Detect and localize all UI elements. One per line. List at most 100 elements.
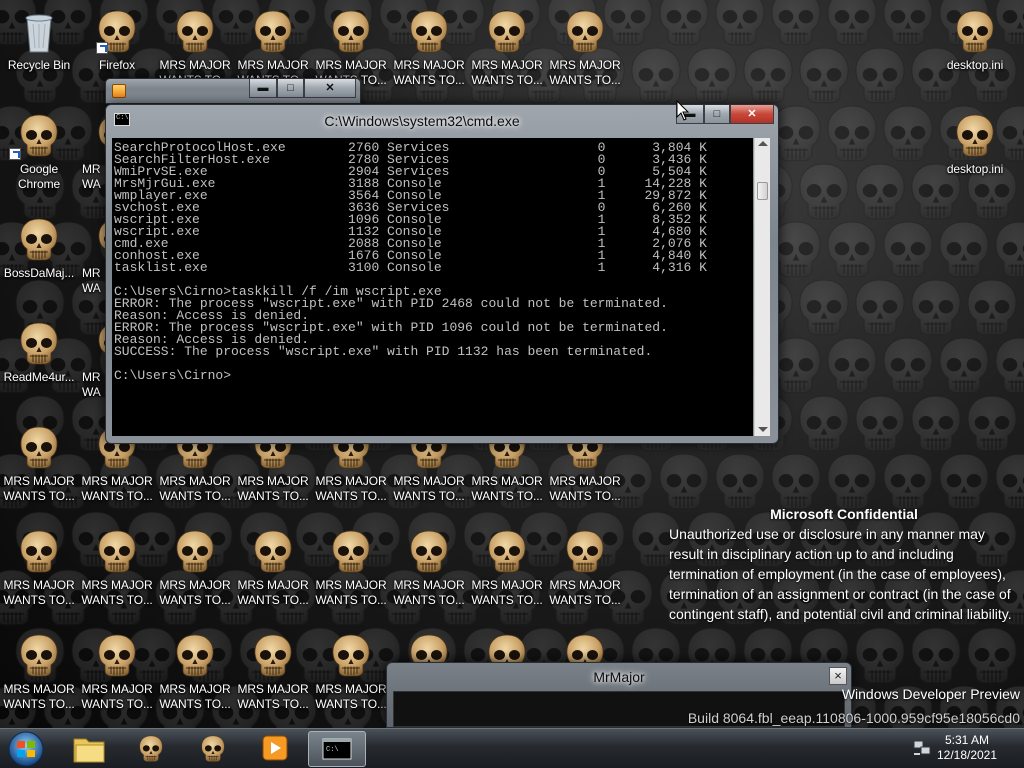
- desktop-icon-mrs-major[interactable]: MRS MAJOR WANTS TO...: [156, 626, 234, 718]
- desktop-icon-skull[interactable]: BossDaMaj...: [0, 210, 78, 302]
- icon-label: MRS MAJOR WANTS TO...: [159, 682, 231, 711]
- minimize-button[interactable]: ▬: [249, 79, 277, 98]
- wallpaper-skull: [680, 44, 744, 108]
- wallpaper-skull: [876, 218, 940, 282]
- desktop-icon-mrs-major[interactable]: MRS MAJOR WANTS TO...: [312, 522, 390, 614]
- skull-icon: [249, 8, 297, 56]
- skull-icon: [483, 8, 531, 56]
- desktop-icon-mrs-major[interactable]: MRS MAJOR WANTS TO...: [468, 2, 546, 94]
- icon-label: MRS MAJOR WANTS TO...: [159, 474, 231, 503]
- maximize-button[interactable]: □: [704, 105, 730, 124]
- desktop-icon-mrs-major[interactable]: MRS MAJOR WANTS TO...: [0, 418, 78, 510]
- icon-label: desktop.ini: [946, 162, 1004, 176]
- skull-icon: [327, 528, 375, 576]
- start-button[interactable]: [6, 730, 46, 768]
- wallpaper-skull: [820, 0, 884, 50]
- desktop-icon-mrs-major[interactable]: MRS MAJOR WANTS TO...: [0, 522, 78, 614]
- build-title: Windows Developer Preview: [841, 686, 1020, 702]
- skull-icon: [15, 216, 63, 264]
- taskbar: C:\ 5:31 AM 12/18/2021: [0, 728, 1024, 768]
- skull-icon: [249, 632, 297, 680]
- taskbar-explorer[interactable]: [60, 731, 118, 767]
- confidential-notice: Microsoft Confidential Unauthorized use …: [669, 504, 1019, 624]
- wallpaper-skull: [848, 44, 912, 108]
- skull-icon: [15, 632, 63, 680]
- close-button[interactable]: ✕: [730, 105, 774, 124]
- close-icon: ✕: [747, 108, 757, 120]
- icon-label: MRS MAJOR WANTS TO...: [81, 578, 153, 607]
- desktop-icon-mrs-major[interactable]: MRS MAJOR WANTS TO...: [546, 2, 624, 94]
- icon-label: Google Chrome: [17, 162, 61, 191]
- desktop-icon-desktop-ini[interactable]: desktop.ini: [936, 2, 1014, 94]
- wallpaper-skull: [820, 218, 884, 282]
- wallpaper-skull: [820, 102, 884, 166]
- wallpaper-skull: [624, 44, 688, 108]
- console-line: C:\Users\Cirno>: [114, 368, 232, 383]
- wallpaper-skull: [876, 334, 940, 398]
- wallpaper-skull: [904, 392, 968, 456]
- icon-label: MRS MAJOR WANTS TO...: [81, 474, 153, 503]
- maximize-button[interactable]: □: [277, 79, 304, 98]
- skull-icon: [327, 8, 375, 56]
- wallpaper-skull: [652, 0, 716, 50]
- skull-icon: [951, 112, 999, 160]
- confidential-body: Unauthorized use or disclosure in any ma…: [669, 526, 1012, 622]
- mrmajor-title: MrMajor: [593, 669, 645, 685]
- wallpaper-skull: [1016, 624, 1024, 688]
- skull-icon: [15, 320, 63, 368]
- taskbar-skull-app-1[interactable]: [122, 731, 180, 767]
- close-button[interactable]: ✕: [304, 79, 356, 98]
- desktop-icon-mrs-major[interactable]: MRS MAJOR WANTS TO...: [78, 522, 156, 614]
- desktop-icon-mrs-major[interactable]: MRS MAJOR WANTS TO...: [234, 522, 312, 614]
- scroll-thumb[interactable]: [757, 182, 768, 200]
- skull-icon: [327, 632, 375, 680]
- desktop-icon-mrs-major[interactable]: MRS MAJOR WANTS TO...: [390, 2, 468, 94]
- system-clock[interactable]: 5:31 AM 12/18/2021: [926, 733, 1008, 763]
- desktop-icon-chrome[interactable]: Google Chrome: [0, 106, 78, 198]
- taskbar-cmd[interactable]: C:\: [308, 731, 366, 767]
- skull-icon: [171, 8, 219, 56]
- wallpaper-skull: [904, 276, 968, 340]
- confidential-heading: Microsoft Confidential: [770, 506, 918, 522]
- skull-icon: [15, 528, 63, 576]
- skull-icon: [405, 528, 453, 576]
- desktop-icon-skull[interactable]: ReadMe4ur...: [0, 314, 78, 406]
- icon-label: MRS MAJOR WANTS TO...: [3, 474, 75, 503]
- desktop-icon-mrs-major[interactable]: MRS MAJOR WANTS TO...: [0, 626, 78, 718]
- console-output[interactable]: SearchProtocolHost.exe 2760 Services 0 3…: [112, 138, 753, 436]
- desktop-icon-mrs-major[interactable]: MRS MAJOR WANTS TO...: [78, 626, 156, 718]
- desktop-icon-mrs-major[interactable]: MRS MAJOR WANTS TO...: [312, 626, 390, 718]
- wallpaper-skull: [1016, 44, 1024, 108]
- minimize-icon: ▬: [257, 82, 269, 94]
- icon-label: ReadMe4ur...: [3, 370, 75, 384]
- icon-label: MRS MAJOR WANTS TO...: [3, 578, 75, 607]
- wallpaper-skull: [1016, 392, 1024, 456]
- wallpaper-skull: [820, 334, 884, 398]
- desktop-icon-mrs-major[interactable]: MRS MAJOR WANTS TO...: [156, 522, 234, 614]
- folder-icon: [73, 738, 105, 763]
- desktop-icon-mrs-major[interactable]: MRS MAJOR WANTS TO...: [390, 522, 468, 614]
- icon-label: MRS MAJOR WANTS TO...: [3, 682, 75, 711]
- close-button[interactable]: ×: [829, 667, 847, 685]
- skull-icon: [951, 8, 999, 56]
- wallpaper-skull: [1016, 276, 1024, 340]
- background-window[interactable]: ▬ □ ✕: [105, 78, 361, 104]
- wallpaper-skull: [960, 624, 1024, 688]
- desktop-icon-mrs-major[interactable]: MRS MAJOR WANTS TO...: [546, 522, 624, 614]
- skull-icon: [93, 632, 141, 680]
- desktop-icon-mrs-major[interactable]: MRS MAJOR WANTS TO...: [468, 522, 546, 614]
- skull-icon: [139, 735, 163, 762]
- vertical-scrollbar[interactable]: [754, 138, 770, 436]
- desktop-icon-mrs-major[interactable]: MRS MAJOR WANTS TO...: [234, 626, 312, 718]
- shortcut-arrow-icon: [9, 148, 21, 160]
- wallpaper-skull: [848, 624, 912, 688]
- taskbar-skull-app-2[interactable]: [184, 731, 242, 767]
- desktop-icon-desktop-ini[interactable]: desktop.ini: [936, 106, 1014, 198]
- taskbar-media-player[interactable]: [246, 731, 304, 767]
- desktop-icon-recycle-bin[interactable]: Recycle Bin: [0, 2, 78, 94]
- scroll-down-arrow[interactable]: [758, 427, 768, 432]
- recycle-bin-icon: [25, 14, 53, 53]
- build-info: Windows Developer Preview Build 8064.fbl…: [660, 686, 1020, 726]
- scroll-up-arrow[interactable]: [758, 141, 768, 146]
- media-player-icon: [112, 84, 126, 98]
